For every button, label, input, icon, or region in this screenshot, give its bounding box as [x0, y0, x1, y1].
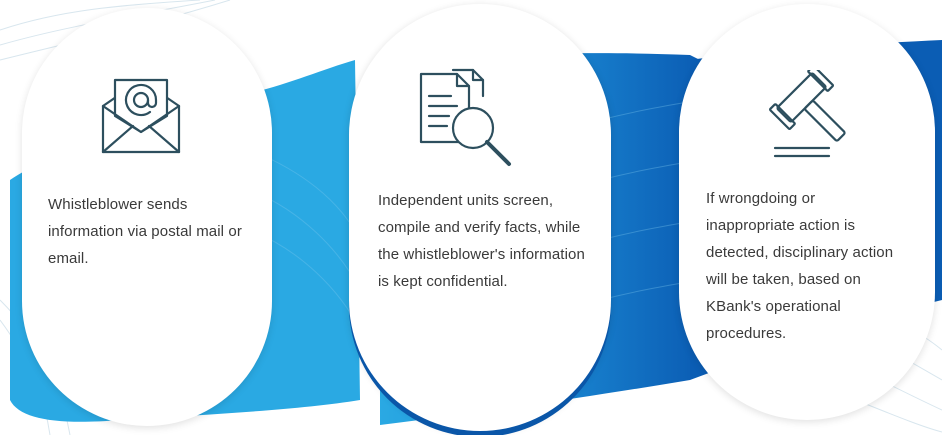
step-card-2: Independent units screen, compile and ve… — [349, 4, 611, 431]
whistleblowing-process-diagram: Whistleblower sends information via post… — [0, 0, 942, 435]
step-1-text: Whistleblower sends information via post… — [48, 196, 242, 267]
step-2-text: Independent units screen, compile and ve… — [378, 192, 585, 290]
step-card-1: Whistleblower sends information via post… — [22, 8, 272, 426]
step-card-3: If wrongdoing or inappropriate action is… — [679, 4, 935, 420]
step-3-text: If wrongdoing or inappropriate action is… — [706, 190, 894, 342]
email-envelope-icon — [95, 66, 187, 158]
document-search-icon — [413, 62, 533, 172]
gavel-icon — [767, 70, 853, 160]
